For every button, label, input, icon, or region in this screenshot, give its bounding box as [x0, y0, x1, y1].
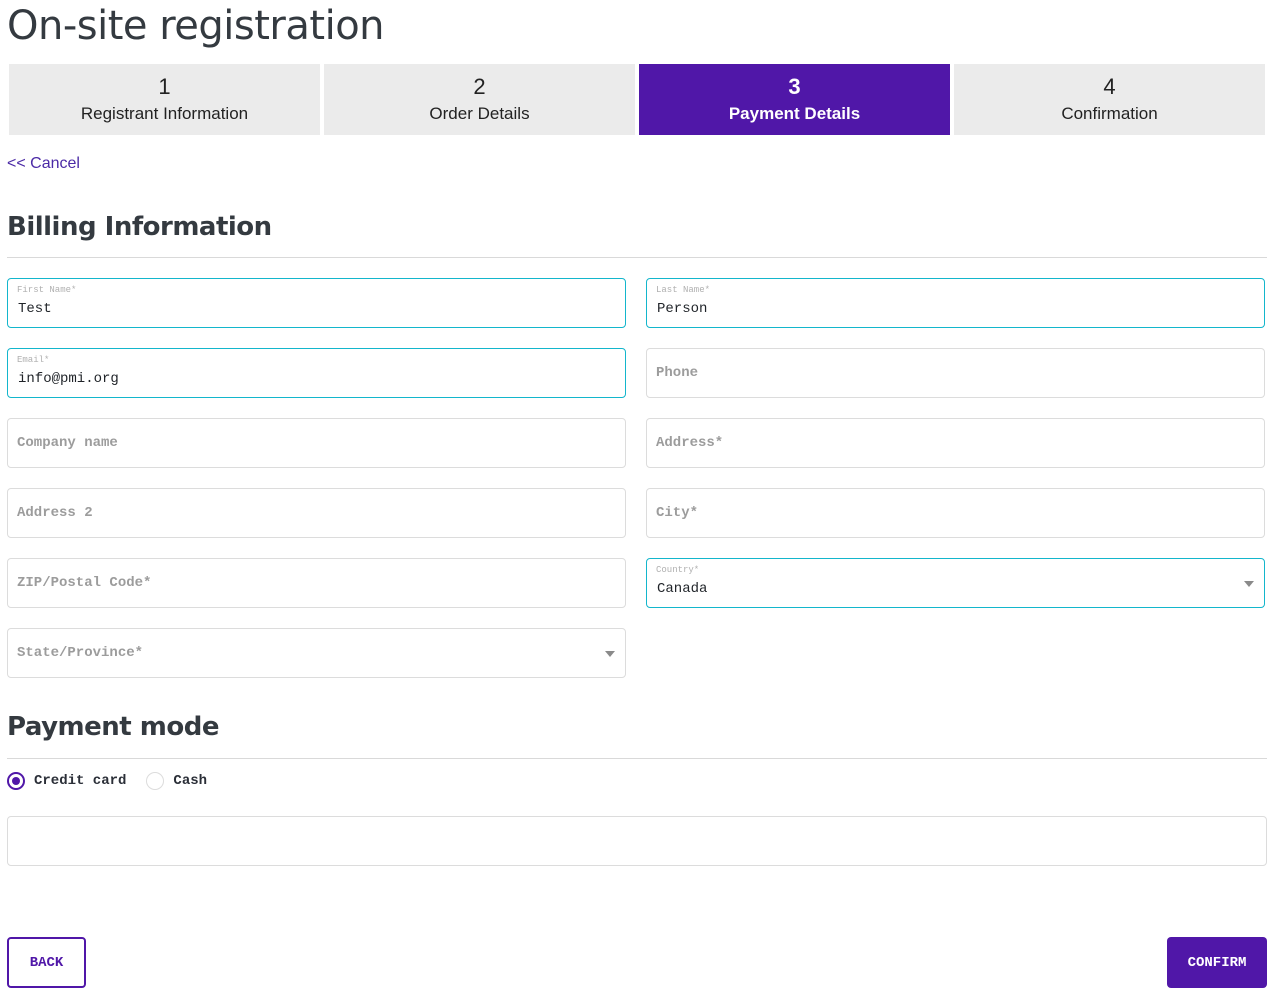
step-label: Registrant Information — [80, 103, 249, 123]
page-title: On-site registration — [7, 3, 385, 49]
back-button[interactable]: BACK — [7, 937, 86, 988]
last-name-label: Last Name* — [656, 285, 711, 295]
step-label: Order Details — [429, 103, 530, 123]
step-label: Confirmation — [1061, 103, 1158, 123]
phone-field[interactable]: Phone — [646, 348, 1265, 398]
company-name-placeholder: Company name — [17, 435, 118, 451]
email-label: Email* — [17, 355, 50, 365]
cash-radio[interactable] — [146, 772, 165, 790]
billing-section-title: Billing Information — [7, 212, 272, 242]
step-payment-details[interactable]: 3 Payment Details — [639, 64, 950, 135]
payment-mode-group: Credit card Cash — [7, 772, 227, 790]
divider — [7, 758, 1267, 759]
phone-placeholder: Phone — [656, 365, 699, 381]
step-number: 3 — [788, 73, 801, 99]
country-value: Canada — [657, 581, 708, 597]
credit-card-radio[interactable] — [7, 772, 25, 790]
address-field[interactable]: Address* — [646, 418, 1265, 468]
credit-card-label: Credit card — [34, 773, 127, 789]
address-placeholder: Address* — [656, 435, 724, 451]
cash-label: Cash — [173, 773, 208, 789]
chevron-down-icon — [605, 651, 615, 657]
stepper: 1 Registrant Information 2 Order Details… — [9, 64, 1265, 135]
last-name-field[interactable]: Last Name* Person — [646, 278, 1265, 328]
cancel-link[interactable]: << Cancel — [7, 155, 80, 173]
email-field[interactable]: Email* info@pmi.org — [7, 348, 626, 398]
step-number: 4 — [1103, 73, 1116, 99]
confirm-button[interactable]: CONFIRM — [1167, 937, 1267, 988]
step-registrant-information[interactable]: 1 Registrant Information — [9, 64, 320, 135]
address-2-field[interactable]: Address 2 — [7, 488, 626, 538]
first-name-field[interactable]: First Name* Test — [7, 278, 626, 328]
address-2-placeholder: Address 2 — [17, 505, 93, 521]
step-confirmation[interactable]: 4 Confirmation — [954, 64, 1265, 135]
city-placeholder: City* — [656, 505, 699, 521]
email-value: info@pmi.org — [18, 371, 119, 387]
step-number: 1 — [158, 73, 171, 99]
first-name-value: Test — [18, 301, 52, 317]
payment-section-title: Payment mode — [7, 712, 219, 742]
zip-placeholder: ZIP/Postal Code* — [17, 575, 152, 591]
step-number: 2 — [473, 73, 486, 99]
cash-option[interactable]: Cash — [146, 772, 207, 790]
last-name-value: Person — [657, 301, 708, 317]
country-label: Country* — [656, 565, 700, 575]
divider — [7, 257, 1267, 258]
country-select[interactable]: Country* Canada — [646, 558, 1265, 608]
state-placeholder: State/Province* — [17, 645, 144, 661]
first-name-label: First Name* — [17, 285, 77, 295]
city-field[interactable]: City* — [646, 488, 1265, 538]
step-label: Payment Details — [728, 103, 861, 123]
company-name-field[interactable]: Company name — [7, 418, 626, 468]
state-province-select[interactable]: State/Province* — [7, 628, 626, 678]
step-order-details[interactable]: 2 Order Details — [324, 64, 635, 135]
credit-card-input[interactable] — [7, 816, 1267, 866]
chevron-down-icon — [1244, 581, 1254, 587]
credit-card-option[interactable]: Credit card — [7, 772, 126, 790]
zip-postal-code-field[interactable]: ZIP/Postal Code* — [7, 558, 626, 608]
